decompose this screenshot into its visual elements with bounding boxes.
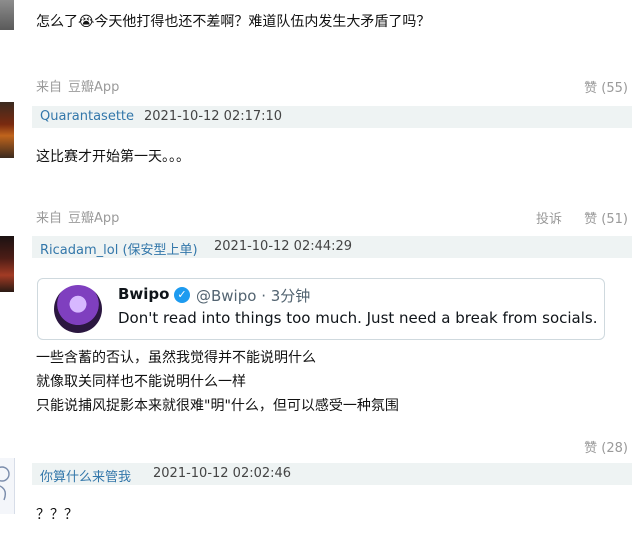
embedded-tweet-image: Bwipo ✓ @Bwipo · 3分钟 Don't read into thi…	[37, 278, 605, 340]
like-button[interactable]: 赞 (55)	[584, 77, 628, 96]
comment-header: 你算什么来管我 2021-10-12 02:02:46	[32, 463, 632, 485]
tweet-text: Don't read into things too much. Just ne…	[118, 309, 598, 327]
tweet-handle: @Bwipo · 3分钟	[196, 287, 311, 305]
avatar-sketch-icon	[0, 466, 10, 501]
source-prefix: 来自	[36, 80, 63, 95]
source-prefix: 来自	[36, 211, 63, 226]
verified-badge-icon: ✓	[174, 287, 190, 303]
avatar[interactable]	[0, 0, 14, 30]
comment-source: 来自 豆瓣App	[36, 207, 119, 226]
comment-text: 这比赛才开始第一天。。。	[36, 149, 190, 165]
comment-text-line: 就像取关同样也不能说明什么一样	[36, 374, 246, 390]
comment-time: 2021-10-12 02:02:46	[153, 466, 292, 481]
comment-text: ？？？	[36, 507, 78, 523]
comment-text-line: 只能说捕风捉影本来就很难"明"什么，但可以感受一种氛围	[36, 398, 399, 414]
comment-header: Quarantasette 2021-10-12 02:17:10	[32, 106, 632, 128]
like-button[interactable]: 赞 (28)	[584, 437, 628, 456]
username-link[interactable]: 你算什么来管我	[40, 466, 131, 485]
avatar[interactable]	[0, 102, 14, 158]
source-app[interactable]: 豆瓣App	[68, 80, 119, 95]
avatar[interactable]	[0, 236, 14, 292]
report-button[interactable]: 投诉	[536, 208, 562, 227]
like-button[interactable]: 赞 (51)	[584, 208, 628, 227]
comment-source: 来自 豆瓣App	[36, 76, 119, 95]
tweet-avatar	[54, 285, 102, 333]
avatar[interactable]	[0, 458, 15, 514]
comment-header: Ricadam_lol (保安型上单) 2021-10-12 02:44:29	[32, 236, 632, 258]
username-link[interactable]: Quarantasette	[40, 109, 134, 124]
comment-text-line: 一些含蓄的否认，虽然我觉得并不能说明什么	[36, 350, 316, 366]
comment-time: 2021-10-12 02:17:10	[144, 109, 283, 124]
tweet-author-name: Bwipo	[118, 285, 170, 303]
comment-text: 怎么了😭今天他打得也还不差啊？难道队伍内发生大矛盾了吗？	[36, 14, 431, 30]
comment-time: 2021-10-12 02:44:29	[214, 239, 353, 254]
source-app[interactable]: 豆瓣App	[68, 211, 119, 226]
username-link[interactable]: Ricadam_lol (保安型上单)	[40, 239, 198, 258]
